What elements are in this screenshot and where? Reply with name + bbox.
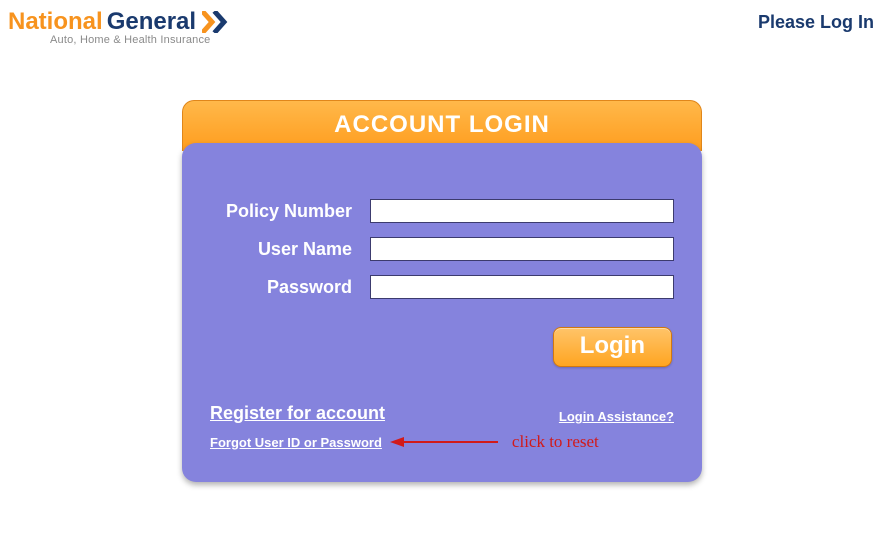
chevron-right-icon [202, 11, 232, 33]
forgot-credentials-link[interactable]: Forgot User ID or Password [210, 435, 382, 450]
username-input[interactable] [370, 237, 674, 261]
logo-text-general: General [107, 8, 196, 36]
password-label: Password [210, 277, 370, 298]
login-button[interactable]: Login [553, 327, 672, 367]
login-button-row: Login [210, 327, 674, 367]
password-input[interactable] [370, 275, 674, 299]
password-row: Password [210, 275, 674, 299]
forgot-row: Forgot User ID or Password click to rese… [210, 432, 674, 452]
username-row: User Name [210, 237, 674, 261]
links-row: Register for account Login Assistance? [210, 403, 674, 424]
logo-tagline: Auto, Home & Health Insurance [8, 34, 232, 46]
logo-text-national: National [8, 8, 103, 36]
logo: National General Auto, Home & Health Ins… [8, 8, 232, 46]
please-log-in-link[interactable]: Please Log In [758, 8, 874, 33]
policy-number-input[interactable] [370, 199, 674, 223]
annotation-text: click to reset [512, 432, 599, 452]
arrow-left-icon [390, 434, 500, 450]
policy-number-label: Policy Number [210, 201, 370, 222]
register-account-link[interactable]: Register for account [210, 403, 385, 424]
policy-row: Policy Number [210, 199, 674, 223]
page-header: National General Auto, Home & Health Ins… [0, 0, 888, 46]
login-assistance-link[interactable]: Login Assistance? [559, 409, 674, 424]
login-panel: Policy Number User Name Password Login R… [182, 143, 702, 482]
login-box: ACCOUNT LOGIN Policy Number User Name Pa… [182, 100, 702, 482]
username-label: User Name [210, 239, 370, 260]
